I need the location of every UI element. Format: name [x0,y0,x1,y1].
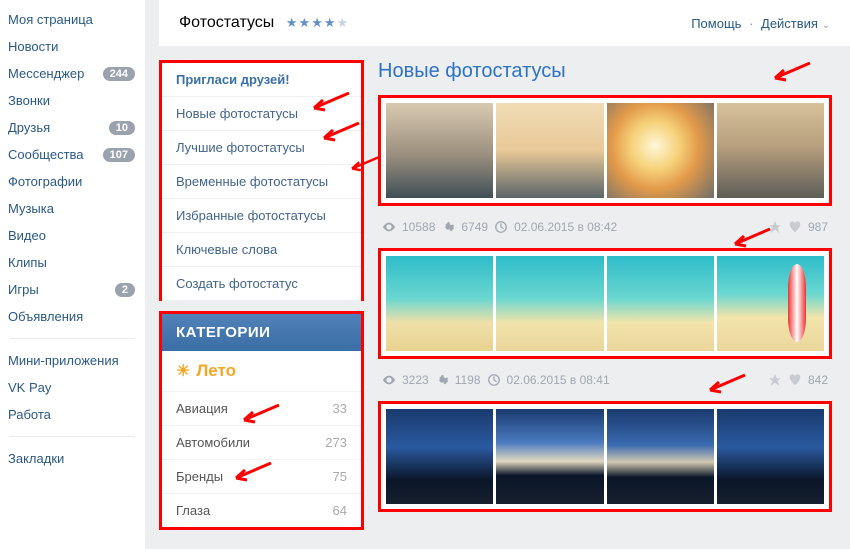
nav-item[interactable]: Новости [0,33,145,60]
star-icon[interactable] [768,373,782,387]
photostatus-image [386,409,824,504]
app-header: Фотостатусы ★★★★★ Помощь · Действия ⌄ [159,0,850,46]
chevron-down-icon: ⌄ [822,20,830,31]
nav-item[interactable]: Игры 2 [0,276,145,303]
card-meta: 10588 6749 02.06.2015 в 08:42 987 [378,212,832,248]
card-meta: 3223 1198 02.06.2015 в 08:41 842 [378,365,832,401]
page-title: Фотостатусы [179,14,274,32]
nav-item[interactable]: Закладки [0,445,145,472]
category-row[interactable]: Автомобили 273 [162,425,361,459]
actions-dropdown[interactable]: Действия ⌄ [761,16,830,31]
likes-count: 987 [808,220,828,234]
nav-item-label: Клипы [8,255,47,270]
category-name: Автомобили [176,435,250,450]
nav-item[interactable]: Объявления [0,303,145,330]
nav-item-label: Новости [8,39,58,54]
gears-count: 6749 [461,220,488,234]
nav-badge: 244 [103,67,135,81]
star-icon[interactable] [768,220,782,234]
category-count: 64 [333,503,347,518]
nav-item-label: Звонки [8,93,50,108]
category-name: Глаза [176,503,210,518]
nav-item[interactable]: Мини-приложения [0,347,145,374]
nav-item-label: Музыка [8,201,54,216]
photostatus-card[interactable] [378,248,832,359]
nav-item[interactable]: Моя страница [0,6,145,33]
nav-item-label: Объявления [8,309,83,324]
category-count: 75 [333,469,347,484]
category-featured[interactable]: ☀ Лето [162,351,361,391]
photostatus-image [386,256,824,351]
nav-divider [10,436,135,437]
nav-item[interactable]: Сообщества 107 [0,141,145,168]
photostatus-image [386,103,824,198]
nav-item[interactable]: Мессенджер 244 [0,60,145,87]
category-count: 33 [333,401,347,416]
nav-item[interactable]: Фотографии [0,168,145,195]
nav-item[interactable]: Работа [0,401,145,428]
nav-item-label: Моя страница [8,12,93,27]
category-name: Бренды [176,469,223,484]
sidebar-link[interactable]: Ключевые слова [162,233,361,267]
eye-icon [382,220,396,234]
nav-item-label: Фотографии [8,174,82,189]
nav-item-label: Видео [8,228,46,243]
feed-title: Новые фотостатусы [378,60,832,83]
left-nav: Моя страница Новости Мессенджер 244 Звонки Др… [0,0,145,549]
nav-item-label: Закладки [8,451,64,466]
nav-item-label: Игры [8,282,39,297]
sidebar-link[interactable]: Новые фотостатусы [162,97,361,131]
views-count: 3223 [402,373,429,387]
gear-icon [441,220,455,234]
nav-item-label: VK Pay [8,380,51,395]
categories-header: КАТЕГОРИИ [162,314,361,351]
nav-item-label: Друзья [8,120,50,135]
category-row[interactable]: Бренды 75 [162,459,361,493]
photostatus-card[interactable] [378,401,832,512]
nav-item[interactable]: Друзья 10 [0,114,145,141]
views-count: 10588 [402,220,435,234]
rating-stars[interactable]: ★★★★★ [286,15,349,31]
eye-icon [382,373,396,387]
sidebar-link[interactable]: Временные фотостатусы [162,165,361,199]
nav-item[interactable]: Видео [0,222,145,249]
clock-icon [487,373,501,387]
likes-count: 842 [808,373,828,387]
date-text: 02.06.2015 в 08:42 [514,220,617,234]
category-row[interactable]: Глаза 64 [162,493,361,527]
category-count: 273 [325,435,347,450]
nav-badge: 10 [109,121,135,135]
category-name: Авиация [176,401,228,416]
sun-icon: ☀ [176,361,190,381]
heart-icon[interactable] [788,373,802,387]
nav-item[interactable]: Музыка [0,195,145,222]
nav-item-label: Сообщества [8,147,84,162]
category-row[interactable]: Авиация 33 [162,391,361,425]
sidebar-link[interactable]: Лучшие фотостатусы [162,131,361,165]
nav-item[interactable]: VK Pay [0,374,145,401]
gear-icon [435,373,449,387]
nav-item[interactable]: Звонки [0,87,145,114]
nav-badge: 2 [115,283,135,297]
gears-count: 1198 [455,373,481,387]
heart-icon[interactable] [788,220,802,234]
nav-divider [10,338,135,339]
sidebar-link[interactable]: Избранные фотостатусы [162,199,361,233]
nav-badge: 107 [103,148,135,162]
nav-item-label: Мессенджер [8,66,84,81]
nav-item-label: Работа [8,407,51,422]
clock-icon [494,220,508,234]
help-link[interactable]: Помощь [691,16,741,31]
nav-item-label: Мини-приложения [8,353,119,368]
sidebar-link[interactable]: Создать фотостатус [162,267,361,301]
photostatus-card[interactable] [378,95,832,206]
invite-friends-link[interactable]: Пригласи друзей! [162,63,361,97]
nav-item[interactable]: Клипы [0,249,145,276]
date-text: 02.06.2015 в 08:41 [507,373,610,387]
